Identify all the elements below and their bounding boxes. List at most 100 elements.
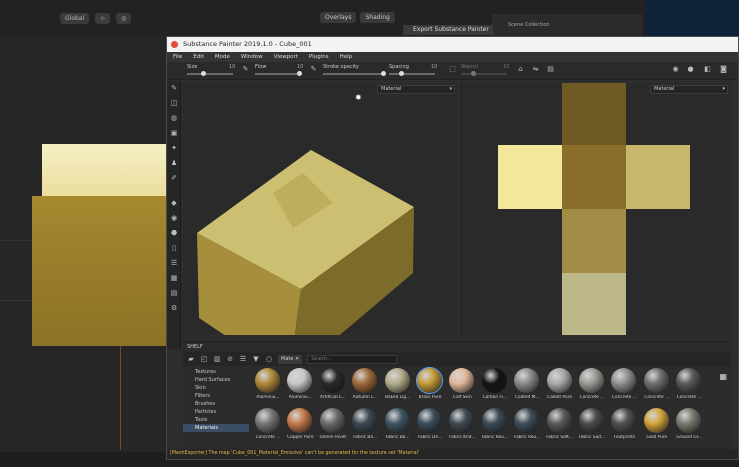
material-tile[interactable]: Coated M... <box>512 368 542 406</box>
material-tile[interactable]: Ground Gr... <box>674 408 704 446</box>
clone-icon[interactable]: ♟ <box>167 156 181 171</box>
shelf-icon[interactable]: ▦ <box>167 271 181 286</box>
size-slider[interactable] <box>187 71 233 76</box>
polygon-fill-icon[interactable]: ◆ <box>167 196 181 211</box>
bake-icon[interactable]: ◉ <box>167 211 181 226</box>
material-tile[interactable]: Fabric Rou... <box>480 408 510 446</box>
save-icon[interactable]: ▤ <box>167 286 181 301</box>
environment-icon[interactable]: ◉ <box>672 66 679 73</box>
delete-icon[interactable]: ▥ <box>213 355 221 363</box>
material-tile[interactable]: Concrete ... <box>674 368 704 406</box>
orientation-dropdown[interactable]: Global <box>60 12 90 24</box>
menu-file[interactable]: File <box>173 52 182 62</box>
folder-icon[interactable]: ▰ <box>187 355 195 363</box>
material-tile[interactable]: Brass Pure <box>415 367 445 406</box>
list-view-icon[interactable]: ☰ <box>239 355 247 363</box>
material-tile[interactable]: Calf Skin <box>447 368 477 406</box>
material-tile[interactable]: Gold Pure <box>642 408 672 446</box>
export-substance-painter-button[interactable]: Export Substance Painter <box>403 25 493 35</box>
material-tile[interactable]: Footprints <box>609 408 639 446</box>
category-tools[interactable]: Tools <box>183 416 249 424</box>
export-icon[interactable]: ▯ <box>167 241 181 256</box>
material-tile[interactable]: Fabric Ba... <box>383 408 413 446</box>
filter-tag[interactable]: Mate ✕ <box>278 354 303 364</box>
flow-control[interactable]: Flow 10 <box>255 64 303 78</box>
material-tile[interactable]: Fabric Knit... <box>447 408 477 446</box>
stroke-opacity-control[interactable]: Stroke opacity <box>323 64 389 78</box>
material-tile[interactable]: Cobalt Pure <box>545 368 575 406</box>
viewport-3d[interactable]: Material ▾ ✸ <box>183 83 457 335</box>
menu-help[interactable]: Help <box>340 52 353 62</box>
material-tile[interactable]: Concrete ... <box>642 368 672 406</box>
category-textures[interactable]: Textures <box>183 368 249 376</box>
geometry-mask-icon[interactable]: ▣ <box>167 126 181 141</box>
close-icon[interactable]: ✕ <box>295 356 299 362</box>
material-tile[interactable]: Fabric Suit... <box>577 408 607 446</box>
pen-pressure-icon[interactable]: ✎ <box>310 66 317 73</box>
settings-icon[interactable]: ⚙ <box>167 301 181 316</box>
material-tile[interactable]: Copper Pure <box>285 408 315 446</box>
material-tile[interactable]: Aluminiu... <box>253 368 283 406</box>
layout-icon[interactable]: ▤ <box>547 66 554 73</box>
material-tile[interactable]: Concrete ... <box>609 368 639 406</box>
material-tile[interactable]: Autumn L... <box>350 368 380 406</box>
category-particles[interactable]: Particles <box>183 408 249 416</box>
paint-brush-icon[interactable]: ✎ <box>167 81 181 96</box>
menu-window[interactable]: Window <box>241 52 263 62</box>
layers-icon[interactable]: ☰ <box>167 256 181 271</box>
material-tile[interactable]: Concrete ... <box>253 408 283 446</box>
shading-dropdown[interactable]: Shading <box>360 12 395 23</box>
material-tile[interactable]: Fabric Rou... <box>512 408 542 446</box>
spacing-slider[interactable] <box>389 71 435 76</box>
viewport-settings-icon[interactable]: ● <box>687 66 694 73</box>
category-hard-surfaces[interactable]: Hard Surfaces <box>183 376 249 384</box>
substance-painter-window: Substance Painter 2019.1.0 - Cube_001 Fi… <box>166 36 739 460</box>
camera-mode-icon[interactable]: ⌂ <box>517 66 524 73</box>
material-tile[interactable]: Artificial L... <box>318 368 348 406</box>
window-title-bar[interactable]: Substance Painter 2019.1.0 - Cube_001 <box>167 37 738 52</box>
eraser-icon[interactable]: ◫ <box>167 96 181 111</box>
material-tile[interactable]: Carbon Fi... <box>480 368 510 406</box>
symmetry-icon[interactable]: ⇋ <box>532 66 539 73</box>
scene-collection[interactable]: Scene Collection <box>492 14 642 38</box>
material-tile[interactable]: Aluminiu... <box>285 368 315 406</box>
menu-edit[interactable]: Edit <box>193 52 204 62</box>
material-tile[interactable]: Baked Lig... <box>383 368 413 406</box>
stencil-slider[interactable] <box>461 71 507 76</box>
category-filters[interactable]: Filters <box>183 392 249 400</box>
material-icon[interactable]: ⬣ <box>167 226 181 241</box>
pen-pressure-icon[interactable]: ✎ <box>242 66 249 73</box>
color-picker-icon[interactable]: ✐ <box>167 171 181 186</box>
viewport-2d[interactable]: Material ▾ <box>461 83 731 335</box>
material-tile[interactable]: Fabric Ba... <box>350 408 380 446</box>
stencil-control[interactable]: Stencil 10 <box>461 64 509 78</box>
menu-plugins[interactable]: Plugins <box>309 52 329 62</box>
material-tile[interactable]: Concrete ... <box>577 368 607 406</box>
stencil-icon[interactable]: ⬚ <box>449 66 456 73</box>
spacing-control[interactable]: Spacing 10 <box>389 64 437 78</box>
display-settings-icon[interactable]: ◧ <box>704 66 711 73</box>
new-folder-icon[interactable]: ◰ <box>200 355 208 363</box>
material-tile[interactable]: Fabric Soft... <box>545 408 575 446</box>
category-materials[interactable]: Materials <box>183 424 249 432</box>
flow-slider[interactable] <box>255 71 302 76</box>
grid-view-icon[interactable]: ▦ <box>719 372 727 381</box>
screenshot-icon[interactable]: ◙ <box>720 66 727 73</box>
category-brushes[interactable]: Brushes <box>183 400 249 408</box>
projection-icon[interactable]: ◍ <box>167 111 181 126</box>
size-control[interactable]: Size 10 <box>187 64 235 78</box>
menu-mode[interactable]: Mode <box>215 52 230 62</box>
proportional-icon[interactable]: ◎ <box>116 12 132 24</box>
shelf-search-input[interactable] <box>307 354 398 364</box>
circle-toggle-icon[interactable]: ○ <box>265 355 273 363</box>
overlays-dropdown[interactable]: Overlays <box>320 12 357 23</box>
smudge-icon[interactable]: ✦ <box>167 141 181 156</box>
menu-viewport[interactable]: Viewport <box>274 52 298 62</box>
filter-icon[interactable]: ▼ <box>252 355 260 363</box>
stroke-opacity-slider[interactable] <box>323 71 386 76</box>
material-tile[interactable]: Fabric De... <box>415 408 445 446</box>
material-tile[interactable]: Denim Rivet <box>318 408 348 446</box>
snap-icon[interactable]: ⊹ <box>95 12 111 24</box>
hide-icon[interactable]: ⊘ <box>226 355 234 363</box>
category-skin[interactable]: Skin <box>183 384 249 392</box>
